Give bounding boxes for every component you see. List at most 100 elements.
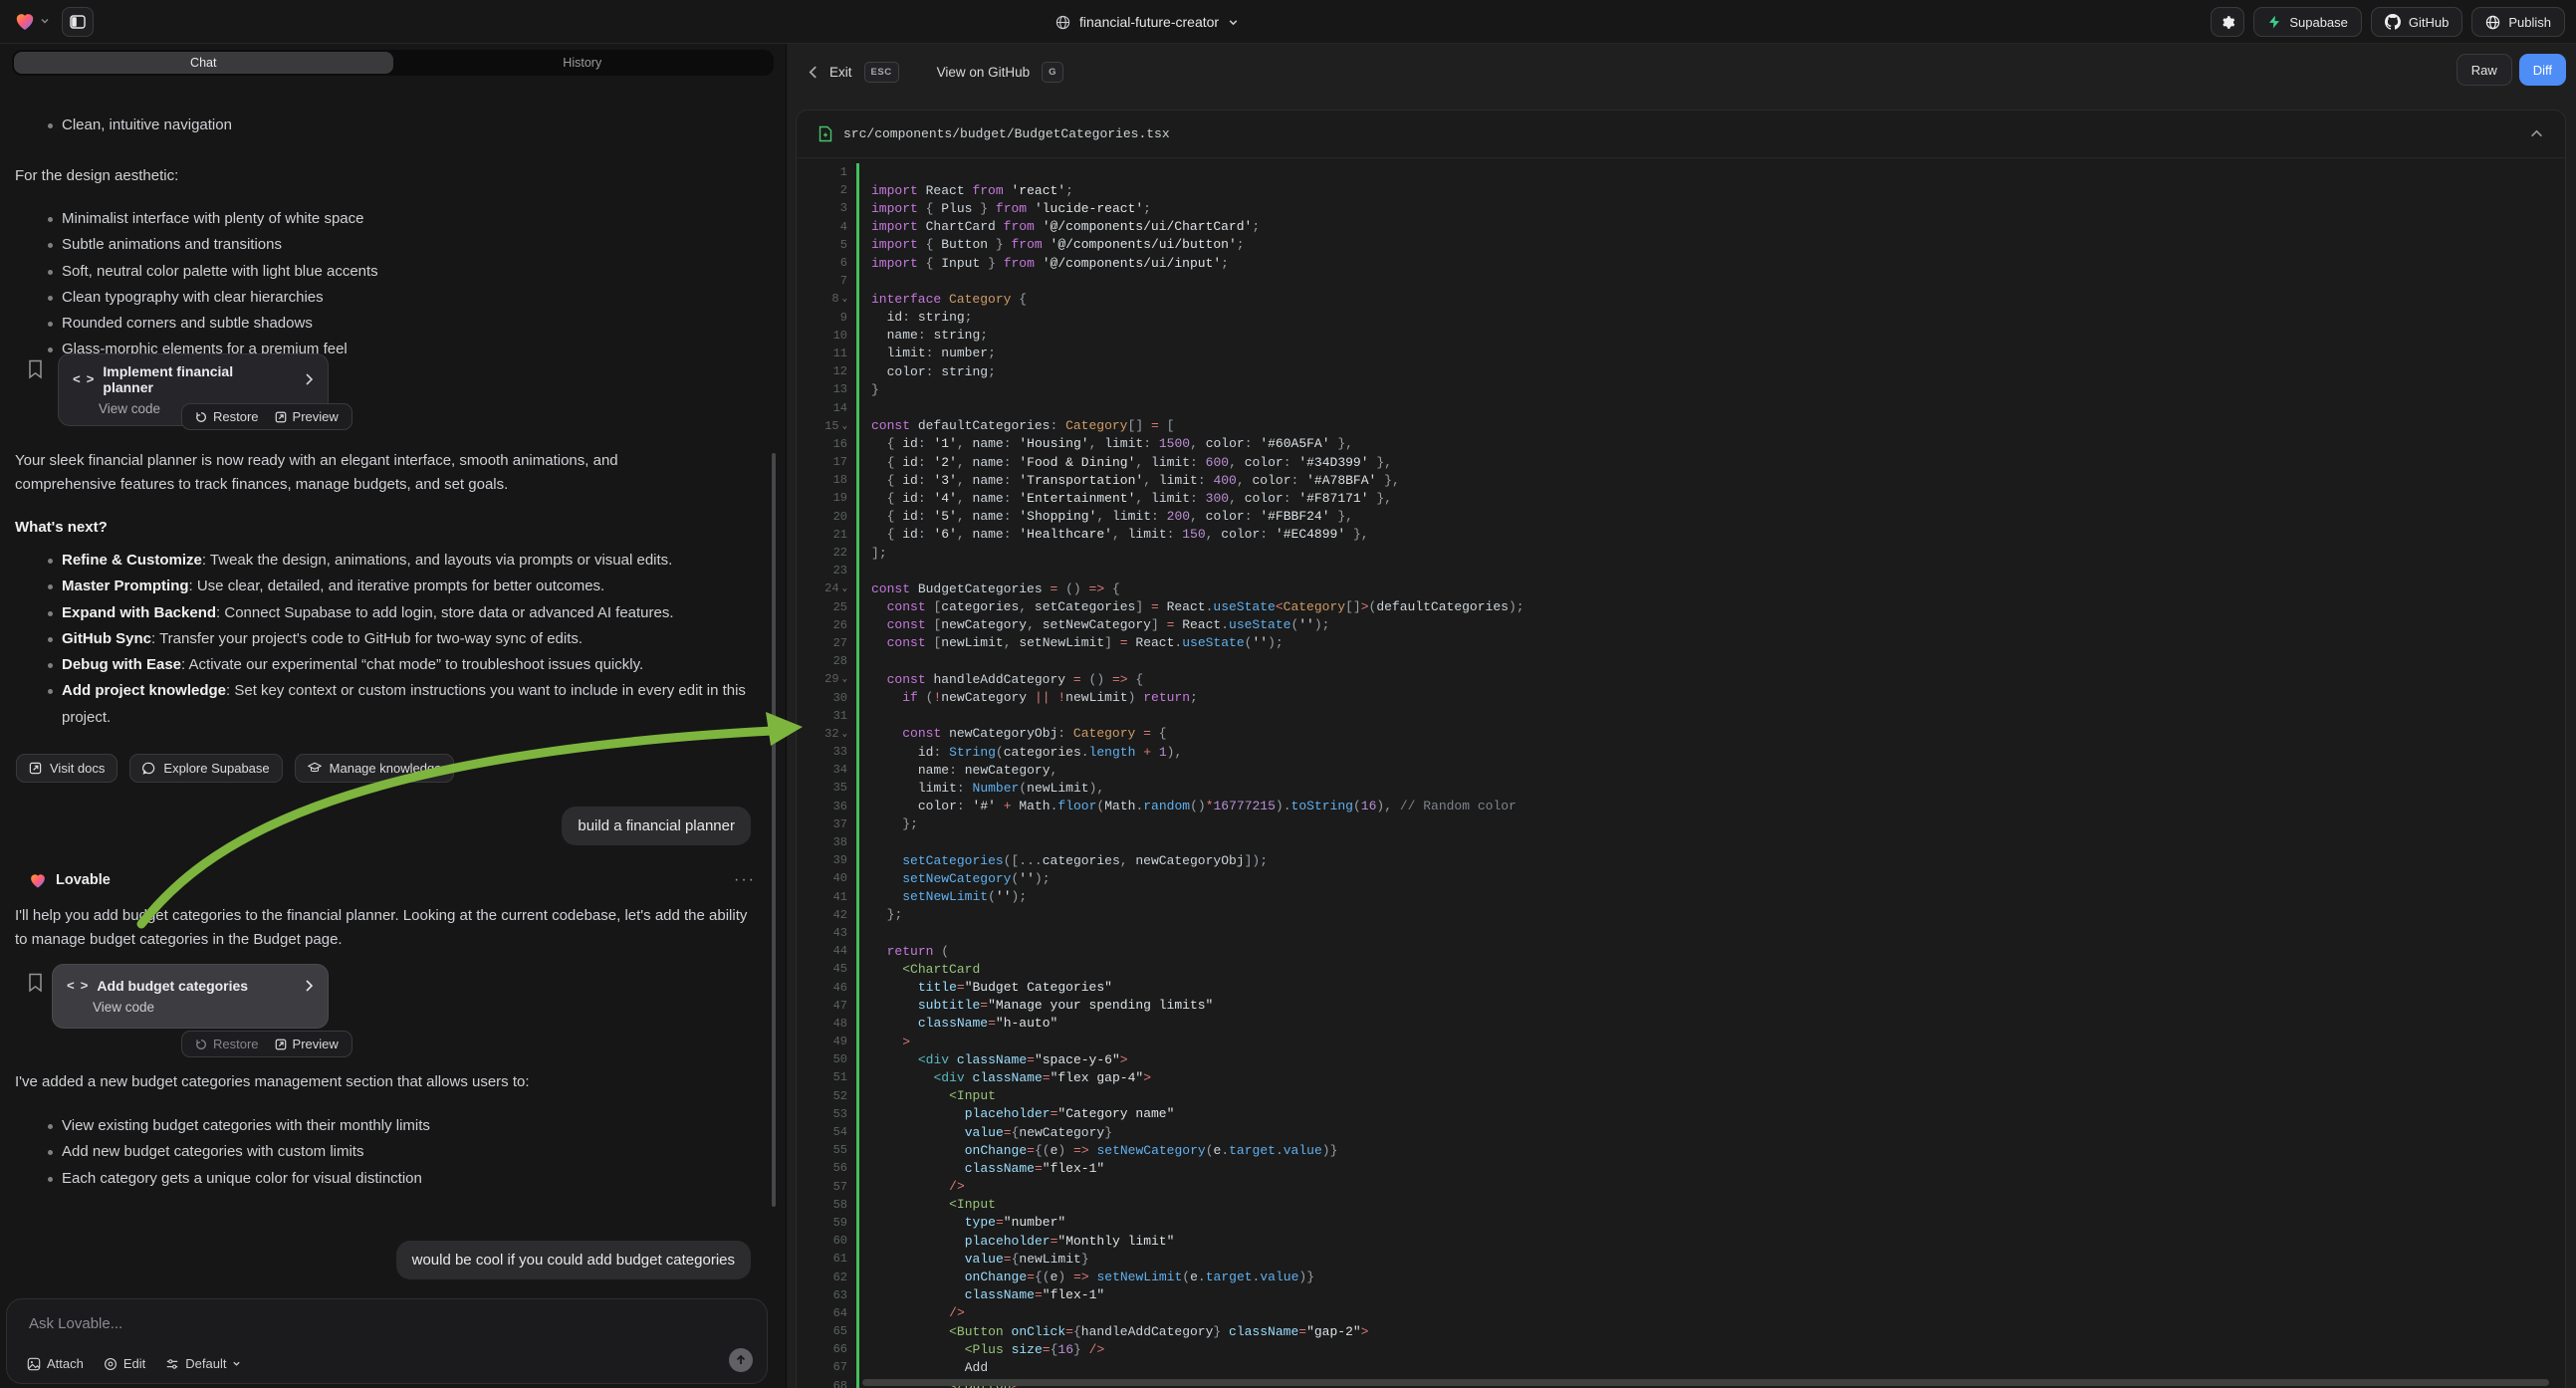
line-number: 49 [797, 1035, 856, 1048]
chevron-left-icon[interactable] [809, 66, 818, 79]
sidebar-toggle-button[interactable] [62, 7, 94, 37]
preview-button[interactable]: Preview [275, 409, 339, 424]
tab-chat[interactable]: Chat [14, 52, 393, 74]
line-number: 13 [797, 382, 856, 396]
restore-preview-pill: Restore Preview [181, 403, 352, 430]
publish-globe-icon [2485, 15, 2500, 30]
line-number: 40 [797, 871, 856, 885]
line-number: 62 [797, 1271, 856, 1284]
ready-paragraph: Your sleek financial planner is now read… [15, 449, 707, 496]
fold-chevron-icon[interactable]: ⌄ [842, 421, 847, 431]
list-item: View existing budget categories with the… [48, 1113, 751, 1139]
code-line: 45 <ChartCard [797, 960, 2565, 978]
exit-button[interactable]: Exit [829, 65, 852, 80]
code-line: 25 const [categories, setCategories] = R… [797, 598, 2565, 616]
chat-scrollbar[interactable] [772, 453, 776, 1207]
whats-next-heading: What's next? [15, 519, 108, 536]
code-line: 48 className="h-auto" [797, 1015, 2565, 1033]
settings-button[interactable] [2211, 7, 2244, 37]
line-number: 41 [797, 890, 856, 904]
tab-history[interactable]: History [393, 52, 773, 74]
supabase-bolt-icon [2267, 14, 2281, 30]
supabase-button[interactable]: Supabase [2253, 7, 2362, 37]
line-number: 66 [797, 1342, 856, 1356]
topbar-actions: Supabase GitHub Publish [2211, 7, 2565, 37]
line-number: 3 [797, 201, 856, 215]
restore-preview-pill: Restore Preview [181, 1031, 352, 1057]
code-line: 41 setNewLimit(''); [797, 888, 2565, 906]
fold-chevron-icon[interactable]: ⌄ [842, 294, 847, 304]
code-line: 14 [797, 398, 2565, 416]
raw-button[interactable]: Raw [2457, 54, 2512, 86]
bullet-list-top: Clean, intuitive navigation [48, 113, 751, 138]
preview-icon [275, 1039, 287, 1050]
code-icon: < > [67, 979, 87, 994]
github-icon [2385, 14, 2401, 30]
code-horizontal-scrollbar[interactable] [862, 1379, 2549, 1386]
user-message-bubble: build a financial planner [562, 807, 751, 845]
bookmark-icon[interactable] [28, 359, 43, 379]
github-button[interactable]: GitHub [2371, 7, 2462, 37]
project-switcher[interactable]: financial-future-creator [1055, 8, 1239, 36]
diff-button[interactable]: Diff [2519, 54, 2566, 86]
collapse-chevron-up-icon[interactable] [2530, 129, 2543, 138]
restore-button[interactable]: Restore [195, 1037, 259, 1051]
logo-chevron-down-icon[interactable] [40, 16, 50, 26]
edit-button[interactable]: Edit [104, 1356, 145, 1371]
visit-docs-button[interactable]: Visit docs [16, 754, 117, 783]
esc-kbd-badge: ESC [864, 62, 899, 83]
line-number: 8⌄ [797, 292, 856, 306]
view-on-github-button[interactable]: View on GitHub [937, 65, 1031, 80]
line-number: 36 [797, 800, 856, 813]
attach-button[interactable]: Attach [27, 1356, 84, 1371]
line-number: 15⌄ [797, 419, 856, 433]
line-number: 34 [797, 763, 856, 777]
list-item: Add project knowledge: Set key context o… [48, 678, 751, 731]
file-header[interactable]: src/components/budget/BudgetCategories.t… [797, 111, 2565, 158]
chat-bubble-icon [142, 762, 155, 775]
code-line: 7 [797, 272, 2565, 290]
code-line: 53 placeholder="Category name" [797, 1105, 2565, 1123]
model-selector[interactable]: Default [165, 1356, 241, 1371]
prompt-input[interactable] [29, 1315, 745, 1332]
code-line: 23 [797, 562, 2565, 579]
line-number: 11 [797, 347, 856, 360]
line-number: 50 [797, 1052, 856, 1066]
bookmark-icon[interactable] [28, 973, 43, 993]
code-line: 21 { id: '6', name: 'Healthcare', limit:… [797, 526, 2565, 544]
lovable-logo-icon[interactable] [13, 9, 37, 33]
more-options-icon[interactable]: ··· [734, 871, 756, 889]
code-editor[interactable]: 12import React from 'react';3import { Pl… [797, 158, 2565, 1388]
code-line: 39 setCategories([...categories, newCate… [797, 851, 2565, 869]
view-code-link[interactable]: View code [93, 1000, 314, 1015]
line-number: 44 [797, 944, 856, 958]
g-kbd-badge: G [1042, 62, 1063, 83]
preview-label: Preview [293, 1037, 339, 1051]
fold-chevron-icon[interactable]: ⌄ [842, 674, 847, 684]
code-line: 10 name: string; [797, 327, 2565, 345]
send-button[interactable] [729, 1348, 753, 1372]
preview-button[interactable]: Preview [275, 1037, 339, 1051]
restore-button[interactable]: Restore [195, 409, 259, 424]
line-number: 27 [797, 636, 856, 650]
user-message-bubble: would be cool if you could add budget ca… [396, 1241, 751, 1279]
manage-knowledge-button[interactable]: Manage knowledge [295, 754, 455, 783]
fold-chevron-icon[interactable]: ⌄ [842, 729, 847, 739]
version-card-add-budget-categories[interactable]: < > Add budget categories View code [52, 964, 329, 1029]
line-number: 54 [797, 1125, 856, 1139]
line-number: 63 [797, 1288, 856, 1302]
attach-image-icon [27, 1357, 41, 1371]
publish-button[interactable]: Publish [2471, 7, 2565, 37]
list-item: Clean typography with clear hierarchies [48, 285, 751, 311]
line-number: 30 [797, 691, 856, 705]
explore-supabase-button[interactable]: Explore Supabase [129, 754, 282, 783]
code-line: 55 onChange={(e) => setNewCategory(e.tar… [797, 1141, 2565, 1159]
code-line: 9 id: string; [797, 309, 2565, 327]
added-paragraph: I've added a new budget categories manag… [15, 1070, 732, 1094]
fold-chevron-icon[interactable]: ⌄ [842, 583, 847, 593]
code-line: 58 <Input [797, 1196, 2565, 1214]
raw-diff-toggle: Raw Diff [2457, 54, 2566, 86]
version-card-title: Implement financial planner [103, 363, 285, 395]
assistant-header: Lovable ··· [28, 870, 756, 890]
sliders-icon [165, 1357, 179, 1371]
